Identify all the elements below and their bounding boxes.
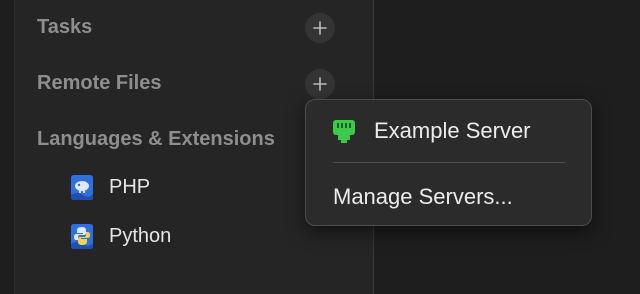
menu-item-manage-servers[interactable]: Manage Servers... — [333, 180, 591, 214]
language-item-php[interactable]: PHP — [69, 172, 150, 202]
menu-item-label-example-server: Example Server — [374, 118, 531, 143]
plus-icon — [313, 21, 327, 35]
language-label-python: Python — [109, 224, 172, 247]
php-icon — [71, 175, 93, 200]
add-task-button[interactable] — [305, 13, 335, 43]
menu-item-label-manage-servers: Manage Servers... — [333, 184, 513, 209]
server-icon — [333, 120, 355, 143]
section-title-tasks: Tasks — [37, 16, 93, 38]
language-label-php: PHP — [109, 175, 151, 198]
plus-icon — [313, 77, 327, 91]
section-title-remote-files: Remote Files — [37, 72, 162, 94]
python-icon — [71, 224, 93, 249]
menu-item-example-server[interactable]: Example Server — [332, 114, 591, 148]
remote-servers-popup-menu: Example Server Manage Servers... — [305, 99, 592, 226]
menu-separator — [333, 162, 565, 163]
add-remote-file-button[interactable] — [305, 69, 335, 99]
section-title-languages-extensions: Languages & Extensions — [37, 128, 275, 150]
language-item-python[interactable]: Python — [69, 221, 171, 251]
